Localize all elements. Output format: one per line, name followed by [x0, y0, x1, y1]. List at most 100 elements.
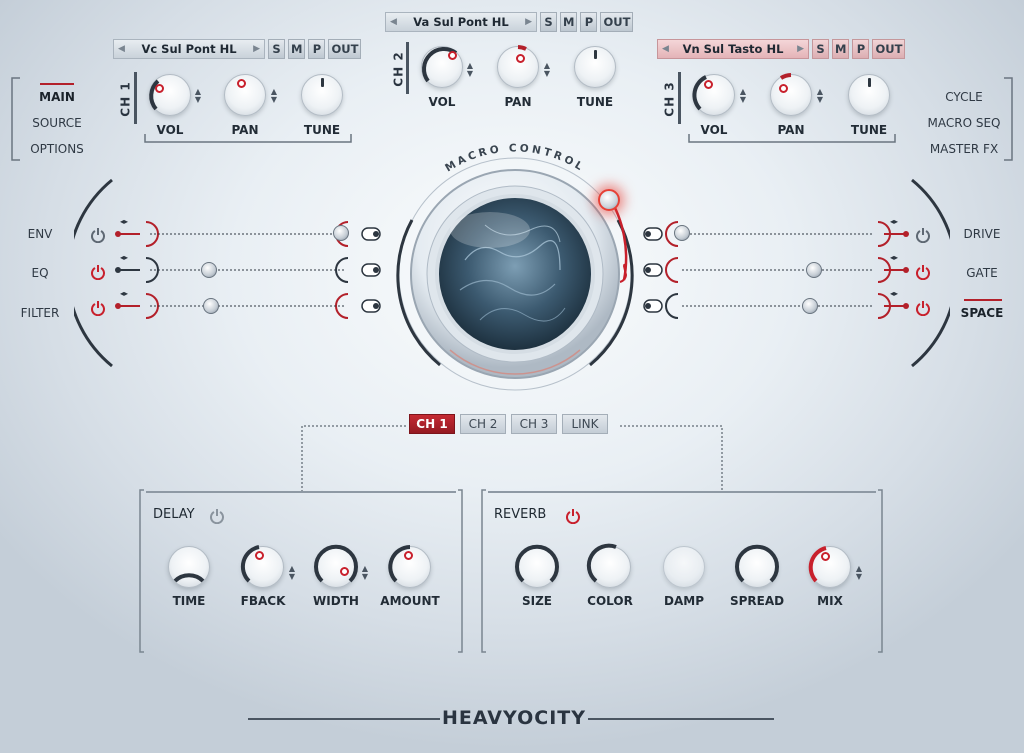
- svg-text:◂▸: ◂▸: [890, 253, 898, 262]
- fx-eq[interactable]: EQ: [10, 266, 70, 280]
- fx-env[interactable]: ENV: [10, 227, 70, 241]
- env-power-icon[interactable]: [90, 227, 106, 243]
- fx-gate[interactable]: GATE: [952, 266, 1012, 280]
- ch2-purge-button[interactable]: P: [580, 12, 598, 32]
- left-menu-bracket: [11, 77, 20, 161]
- tab-link[interactable]: LINK: [562, 414, 608, 434]
- delay-power-icon[interactable]: [209, 508, 225, 524]
- ch1-out-button[interactable]: OUT: [328, 39, 362, 59]
- menu-macro-seq[interactable]: MACRO SEQ: [920, 110, 1008, 136]
- ch2-patch-name: Va Sul Pont HL: [413, 15, 509, 29]
- ch3-vol-stepper-icon[interactable]: ▲ ▼: [739, 88, 747, 104]
- ch1-mute-button[interactable]: M: [288, 39, 306, 59]
- filter-send-slider[interactable]: [203, 298, 219, 314]
- eq-power-icon[interactable]: [90, 264, 106, 280]
- ch2-vol-knob[interactable]: [421, 46, 463, 88]
- delay-time-knob[interactable]: [168, 546, 210, 588]
- ch3-tune-indicator: [868, 78, 871, 87]
- delay-width-stepper-icon[interactable]: ▲ ▼: [361, 565, 369, 581]
- ch2-patch-selector[interactable]: ◀ Va Sul Pont HL ▶: [385, 12, 537, 32]
- ch3-pan-arc: [779, 73, 792, 80]
- drive-send-slider[interactable]: [674, 225, 690, 241]
- ch1-purge-button[interactable]: P: [308, 39, 326, 59]
- reverb-mix-stepper-icon[interactable]: ▲ ▼: [855, 565, 863, 581]
- reverb-color-knob[interactable]: [586, 543, 631, 588]
- menu-master-fx[interactable]: MASTER FX: [920, 136, 1008, 162]
- filter-power-icon[interactable]: [90, 300, 106, 316]
- fx-space[interactable]: SPACE: [952, 306, 1012, 320]
- delay-fback-indicator: [255, 551, 264, 560]
- reverb-damp-knob[interactable]: [663, 546, 705, 588]
- reverb-title: REVERB: [494, 507, 547, 522]
- ch2-prev-arrow-icon[interactable]: ◀: [390, 17, 397, 27]
- ch3-out-button[interactable]: OUT: [872, 39, 906, 59]
- ch1-tune-knob[interactable]: [301, 74, 343, 116]
- delay-fback-label: FBACK: [240, 594, 286, 608]
- ch3-bracket: [688, 134, 896, 143]
- ch2-pan-stepper-icon[interactable]: ▲ ▼: [543, 62, 551, 78]
- ch1-patch-selector[interactable]: ◀ Vc Sul Pont HL ▶: [113, 39, 265, 59]
- tab-ch1[interactable]: CH 1: [409, 414, 455, 434]
- ch3-pan-stepper-icon[interactable]: ▲ ▼: [816, 88, 824, 104]
- ch3-tune-knob[interactable]: [848, 74, 890, 116]
- macro-position-handle[interactable]: [598, 189, 620, 211]
- reverb-spread-label: SPREAD: [729, 594, 785, 608]
- ch3-purge-button[interactable]: P: [852, 39, 870, 59]
- ch3-patch-selector[interactable]: ◀ Vn Sul Tasto HL ▶: [657, 39, 809, 59]
- brand-line-right: [588, 718, 774, 720]
- delay-fback-knob[interactable]: [240, 545, 284, 588]
- tab-ch2[interactable]: CH 2: [460, 414, 506, 434]
- delay-amount-knob[interactable]: [388, 545, 431, 588]
- ch3-mute-button[interactable]: M: [832, 39, 850, 59]
- ch1-pan-knob[interactable]: [224, 74, 266, 116]
- ch3-prev-arrow-icon[interactable]: ◀: [662, 44, 669, 54]
- reverb-spread-knob[interactable]: [735, 544, 779, 588]
- svg-text:◂▸: ◂▸: [120, 217, 128, 226]
- space-power-icon[interactable]: [915, 300, 931, 316]
- macro-control-knob[interactable]: [380, 150, 650, 400]
- fx-drive[interactable]: DRIVE: [952, 227, 1012, 241]
- delay-fback-stepper-icon[interactable]: ▲ ▼: [288, 565, 296, 581]
- ch1-vol-knob[interactable]: [149, 74, 191, 116]
- ch1-vol-stepper-icon[interactable]: ▲ ▼: [194, 88, 202, 104]
- ch3-vol-knob[interactable]: [692, 74, 735, 116]
- menu-options[interactable]: OPTIONS: [22, 136, 92, 162]
- ch1-solo-button[interactable]: S: [268, 39, 285, 59]
- menu-source[interactable]: SOURCE: [22, 110, 92, 136]
- env-send-slider[interactable]: [333, 225, 349, 241]
- reverb-size-knob[interactable]: [515, 544, 559, 588]
- right-menu: CYCLE MACRO SEQ MASTER FX: [920, 84, 1008, 162]
- ch3-solo-button[interactable]: S: [812, 39, 829, 59]
- delay-time-label: TIME: [172, 594, 206, 608]
- ch2-vol-stepper-icon[interactable]: ▲ ▼: [466, 62, 474, 78]
- ch1-strip: ◀ Vc Sul Pont HL ▶ S M P OUT: [113, 38, 362, 60]
- ch1-pan-stepper-icon[interactable]: ▲ ▼: [270, 88, 278, 104]
- reverb-power-icon[interactable]: [565, 508, 581, 524]
- reverb-mix-knob[interactable]: [808, 546, 851, 588]
- ch2-tune-knob[interactable]: [574, 46, 616, 88]
- ch3-next-arrow-icon[interactable]: ▶: [797, 44, 804, 54]
- drive-power-icon[interactable]: [915, 227, 931, 243]
- tab-ch3[interactable]: CH 3: [511, 414, 557, 434]
- ch2-mute-button[interactable]: M: [560, 12, 578, 32]
- delay-width-knob[interactable]: [314, 544, 358, 588]
- eq-send-slider[interactable]: [201, 262, 217, 278]
- ch2-next-arrow-icon[interactable]: ▶: [525, 17, 532, 27]
- space-send-slider[interactable]: [802, 298, 818, 314]
- ch2-solo-button[interactable]: S: [540, 12, 557, 32]
- ch2-out-button[interactable]: OUT: [600, 12, 634, 32]
- menu-main[interactable]: MAIN: [22, 84, 92, 110]
- ch1-tune-indicator: [321, 78, 324, 87]
- brand-line-left: [248, 718, 440, 720]
- ch1-next-arrow-icon[interactable]: ▶: [253, 44, 260, 54]
- gate-send-slider[interactable]: [806, 262, 822, 278]
- ch1-prev-arrow-icon[interactable]: ◀: [118, 44, 125, 54]
- ch2-pan-knob[interactable]: [497, 45, 539, 88]
- reverb-spread-arc: [735, 544, 779, 583]
- delay-amount-indicator: [404, 551, 413, 560]
- fx-filter[interactable]: FILTER: [10, 306, 70, 320]
- menu-cycle[interactable]: CYCLE: [920, 84, 1008, 110]
- ch3-pan-knob[interactable]: [770, 73, 812, 116]
- ch2-label: CH 2: [391, 51, 406, 87]
- gate-power-icon[interactable]: [915, 264, 931, 280]
